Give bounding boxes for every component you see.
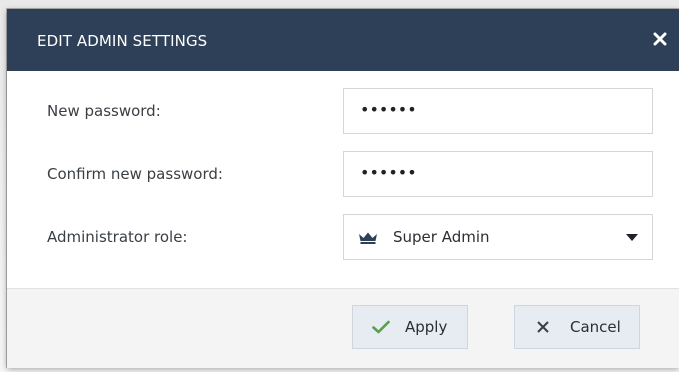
new-password-value: •••••• — [360, 100, 417, 119]
dialog-title: EDIT ADMIN SETTINGS — [37, 32, 208, 50]
new-password-label: New password: — [47, 102, 161, 120]
new-password-field[interactable]: •••••• — [343, 88, 653, 134]
confirm-password-field[interactable]: •••••• — [343, 151, 653, 197]
confirm-password-row: Confirm new password: •••••• — [7, 151, 679, 199]
apply-button-label: Apply — [405, 318, 448, 336]
administrator-role-value: Super Admin — [393, 228, 490, 246]
close-icon — [537, 321, 549, 333]
chevron-down-icon[interactable] — [626, 234, 638, 242]
dialog-body: New password: •••••• Confirm new passwor… — [7, 71, 679, 288]
cancel-button-label: Cancel — [570, 318, 621, 336]
new-password-row: New password: •••••• — [7, 88, 679, 136]
close-button[interactable] — [647, 26, 673, 52]
administrator-role-row: Administrator role: Super Admin — [7, 214, 679, 262]
check-icon — [372, 320, 390, 334]
administrator-role-select[interactable]: Super Admin — [343, 214, 653, 260]
confirm-password-value: •••••• — [360, 163, 417, 182]
apply-button[interactable]: Apply — [352, 305, 468, 349]
crown-icon — [359, 232, 377, 244]
cancel-button[interactable]: Cancel — [514, 305, 640, 349]
administrator-role-label: Administrator role: — [47, 228, 188, 246]
dialog-header: EDIT ADMIN SETTINGS — [7, 9, 679, 71]
close-icon — [653, 32, 667, 46]
confirm-password-label: Confirm new password: — [47, 165, 223, 183]
edit-admin-settings-dialog: EDIT ADMIN SETTINGS New password: ••••••… — [7, 9, 679, 368]
dialog-footer: Apply Cancel — [7, 288, 679, 368]
